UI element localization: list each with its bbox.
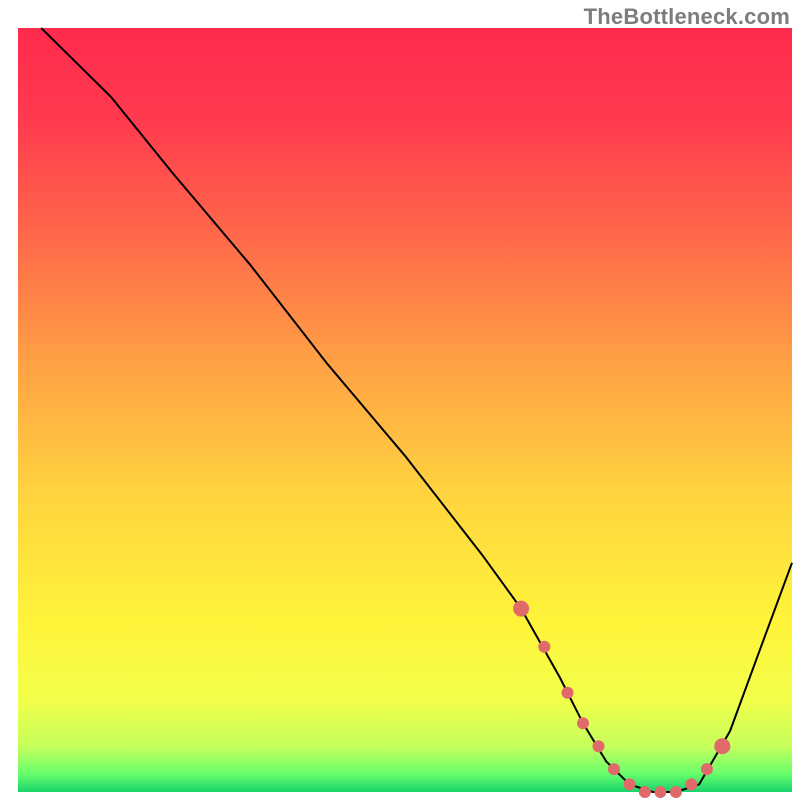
highlight-dot — [670, 786, 682, 798]
highlight-dot — [577, 717, 589, 729]
highlight-dot — [593, 740, 605, 752]
highlight-dot — [654, 786, 666, 798]
highlight-dot — [538, 641, 550, 653]
gradient-background — [18, 28, 792, 792]
highlight-dot — [562, 687, 574, 699]
chart-stage: TheBottleneck.com — [0, 0, 800, 800]
highlight-dot — [624, 778, 636, 790]
highlight-dot — [685, 778, 697, 790]
highlight-dot — [639, 786, 651, 798]
highlight-dot — [608, 763, 620, 775]
highlight-dot — [714, 738, 730, 754]
highlight-dot — [513, 601, 529, 617]
bottleneck-chart — [0, 0, 800, 800]
highlight-dot — [701, 763, 713, 775]
watermark-text: TheBottleneck.com — [584, 4, 790, 30]
